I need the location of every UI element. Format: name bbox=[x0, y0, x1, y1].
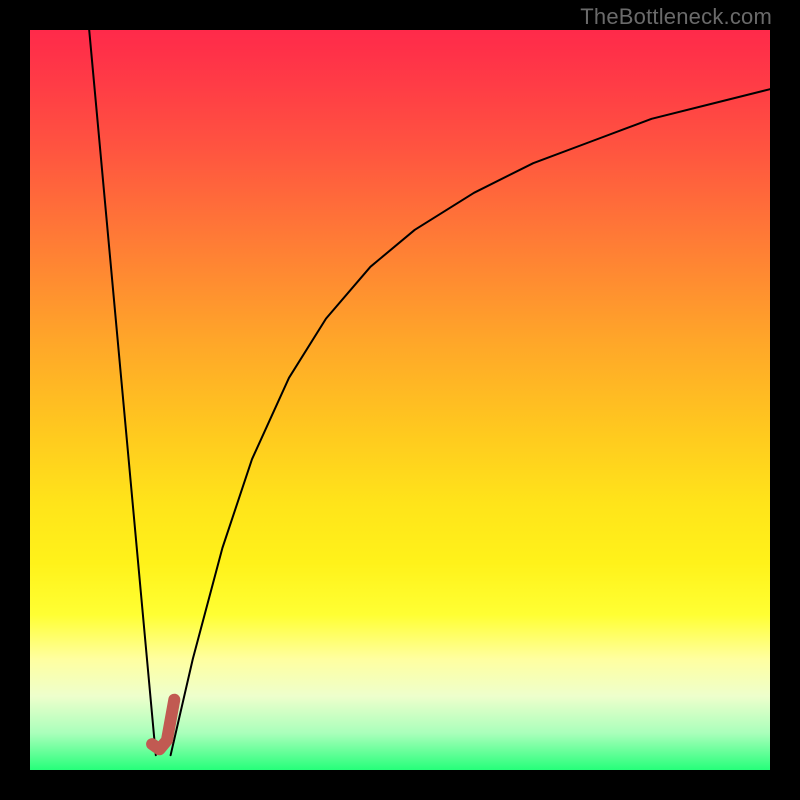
chart-svg bbox=[0, 0, 800, 800]
left-line bbox=[89, 30, 156, 755]
chart-frame: TheBottleneck.com bbox=[0, 0, 800, 800]
series-group bbox=[89, 30, 770, 755]
watermark-text: TheBottleneck.com bbox=[580, 4, 772, 30]
valley-marker bbox=[152, 700, 174, 750]
right-curve bbox=[171, 89, 770, 755]
